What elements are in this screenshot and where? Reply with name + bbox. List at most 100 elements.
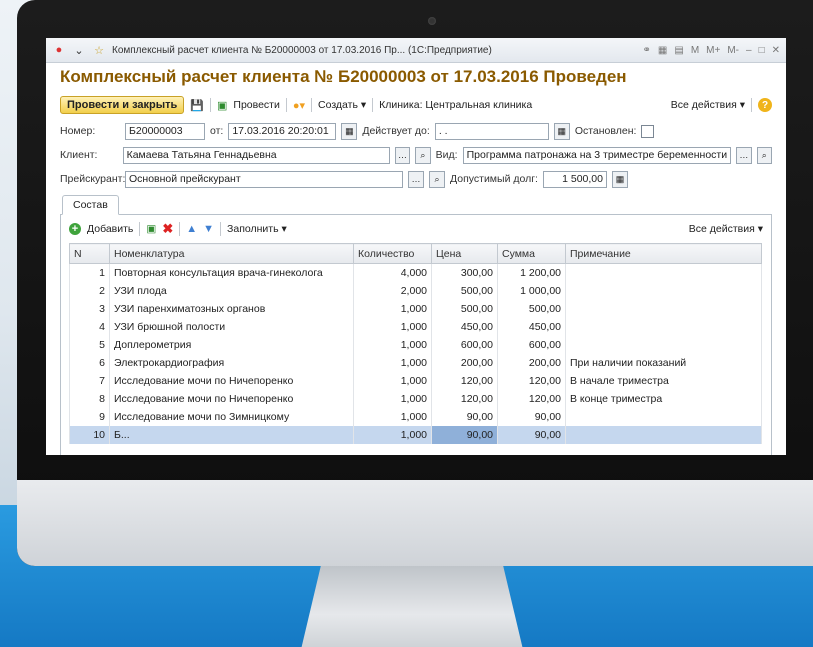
row-qty[interactable]: 1,000 [353,354,432,372]
search-icon[interactable]: ⌕ [415,146,431,164]
row-item[interactable]: Исследование мочи по Ничепоренко [109,372,354,390]
row-item[interactable]: УЗИ плода [109,282,354,300]
row-number[interactable]: 1 [69,263,110,282]
minimize-button[interactable]: – [746,45,752,56]
table-row[interactable]: 3 УЗИ паренхиматозных органов 1,000 500,00 5… [69,300,762,318]
search-icon[interactable]: ⌕ [429,170,445,188]
row-qty[interactable]: 1,000 [353,336,432,354]
row-price[interactable]: 600,00 [431,336,498,354]
row-price[interactable]: 90,00 [431,408,498,426]
favorite-star-icon[interactable]: ☆ [92,43,106,57]
row-sum[interactable]: 600,00 [497,336,566,354]
row-note[interactable] [565,282,762,300]
row-qty[interactable]: 1,000 [353,426,432,444]
select-more-button[interactable]: … [408,170,424,188]
row-qty[interactable]: 1,000 [353,408,432,426]
calculator-icon[interactable]: ▦ [658,45,667,56]
fill-menu-button[interactable]: Заполнить ▾ [227,223,287,235]
move-up-icon[interactable]: ▲ [186,223,197,235]
app-logo-icon[interactable]: ● [52,43,66,57]
table-row[interactable]: 8 Исследование мочи по Ничепоренко 1,000 12… [69,390,762,408]
clinic-link[interactable]: Клиника: Центральная клиника [379,99,532,111]
price-list-field[interactable]: Основной прейскурант [125,170,403,188]
add-icon[interactable]: + [69,223,81,235]
row-price[interactable]: 450,00 [431,318,498,336]
menu-dropdown-icon[interactable]: ⌄ [72,43,86,57]
select-more-button[interactable]: … [736,146,752,164]
row-sum[interactable]: 120,00 [497,390,566,408]
row-item[interactable]: Исследование мочи по Ничепоренко [109,390,354,408]
debt-field[interactable]: 1 500,00 [542,170,607,188]
table-row[interactable]: 7 Исследование мочи по Ничепоренко 1,000 12… [69,372,762,390]
row-note[interactable] [565,408,762,426]
row-sum[interactable]: 500,00 [497,300,566,318]
col-header-n[interactable]: N [69,243,110,264]
row-qty[interactable]: 4,000 [353,263,432,282]
search-icon[interactable]: ⌕ [756,146,772,164]
row-price[interactable]: 300,00 [431,263,498,282]
add-button[interactable]: Добавить [87,223,133,235]
maximize-button[interactable]: □ [759,45,765,56]
row-note[interactable]: В конце триместра [565,390,762,408]
client-field[interactable]: Камаева Татьяна Геннадьевна [122,146,390,164]
table-row[interactable]: 4 УЗИ брюшной полости 1,000 450,00 450,00 [69,318,762,336]
table-all-actions-menu[interactable]: Все действия ▾ [689,223,763,235]
row-price[interactable]: 120,00 [431,372,498,390]
row-qty[interactable]: 1,000 [353,318,432,336]
row-note[interactable]: В начале триместра [565,372,762,390]
table-row[interactable]: 1 Повторная консультация врача-гинеколога… [69,263,762,282]
select-more-button[interactable]: … [394,146,411,164]
row-number[interactable]: 2 [69,282,110,300]
row-note[interactable]: При наличии показаний [565,354,762,372]
row-qty[interactable]: 1,000 [353,300,432,318]
row-price[interactable]: 500,00 [431,300,498,318]
row-number[interactable]: 3 [69,300,110,318]
all-actions-menu[interactable]: Все действия ▾ [671,99,745,111]
row-qty[interactable]: 1,000 [353,372,432,390]
row-item[interactable]: Электрокардиография [109,354,354,372]
row-note[interactable] [565,336,762,354]
row-item[interactable]: Повторная консультация врача-гинеколога [109,263,354,282]
table-row[interactable]: 5 Доплерометрия 1,000 600,00 600,00 [69,336,762,354]
help-icon[interactable]: ? [758,98,772,112]
table-row[interactable]: 2 УЗИ плода 2,000 500,00 1 000,00 [69,282,762,300]
memory-m-button[interactable]: M [691,45,699,56]
calculator-icon[interactable]: ▦ [611,170,628,188]
move-down-icon[interactable]: ▼ [203,223,214,235]
row-number[interactable]: 6 [69,354,110,372]
row-item[interactable]: УЗИ брюшной полости [109,318,354,336]
number-field[interactable]: Б20000003 [125,122,205,140]
save-icon[interactable]: 💾 [190,99,204,112]
row-number[interactable]: 5 [69,336,110,354]
row-price[interactable]: 90,00 [431,426,498,444]
row-number[interactable]: 9 [69,408,110,426]
kind-field[interactable]: Программа патронажа на 3 триместре берем… [462,146,732,164]
row-item[interactable]: Доплерометрия [109,336,354,354]
row-number[interactable]: 4 [69,318,110,336]
post-button[interactable]: Провести [233,99,279,111]
table-row[interactable]: 10 Б... 1,000 90,00 90,00 [69,426,762,444]
row-sum[interactable]: 1 000,00 [497,282,566,300]
date-field[interactable]: 17.03.2016 20:20:01 [228,122,337,140]
memory-mminus-button[interactable]: M- [727,45,739,56]
create-menu-button[interactable]: Создать ▾ [318,99,366,111]
row-sum[interactable]: 450,00 [497,318,566,336]
row-sum[interactable]: 120,00 [497,372,566,390]
row-qty[interactable]: 2,000 [353,282,432,300]
col-header-qty[interactable]: Количество [353,243,432,264]
close-button[interactable]: ✕ [772,45,780,56]
row-note[interactable] [565,426,762,444]
row-number[interactable]: 8 [69,390,110,408]
delete-icon[interactable]: ✖ [162,221,173,237]
stopped-checkbox[interactable] [641,124,655,138]
row-sum[interactable]: 200,00 [497,354,566,372]
row-note[interactable] [565,318,762,336]
row-number[interactable]: 10 [69,426,110,444]
row-item[interactable]: Исследование мочи по Зимницкому [109,408,354,426]
valid-until-field[interactable]: . . [434,122,549,140]
row-price[interactable]: 500,00 [431,282,498,300]
row-item[interactable]: УЗИ паренхиматозных органов [109,300,354,318]
row-price[interactable]: 200,00 [431,354,498,372]
col-header-price[interactable]: Цена [431,243,498,264]
row-number[interactable]: 7 [69,372,110,390]
